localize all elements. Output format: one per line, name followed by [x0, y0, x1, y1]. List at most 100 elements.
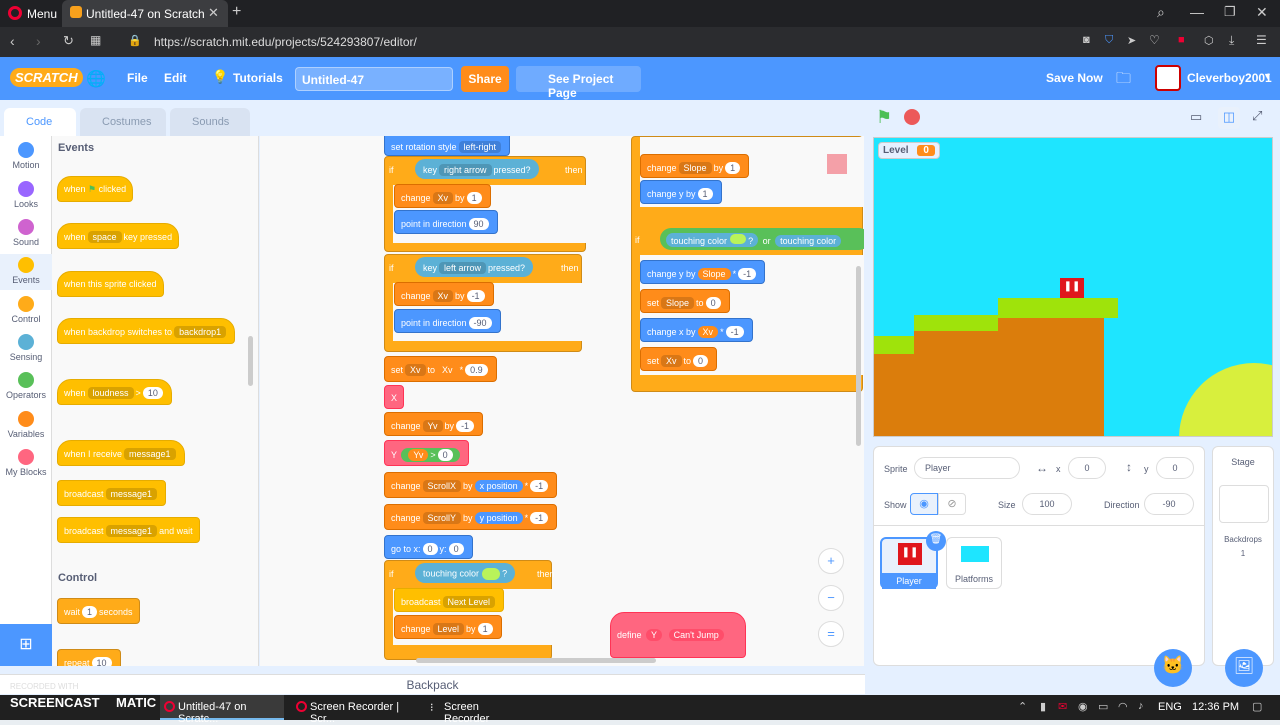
horizontal-scrollbar[interactable] — [416, 658, 656, 663]
change-slope-block[interactable]: change Slope by 1 — [640, 154, 750, 178]
normal-stage-icon[interactable]: ◫ — [1218, 107, 1240, 129]
scratch-logo[interactable]: SCRATCH — [10, 68, 83, 87]
greater-than-operator[interactable]: Yv >0 — [401, 448, 460, 462]
color-swatch[interactable] — [729, 234, 746, 244]
globe-icon[interactable]: 🌐 — [86, 69, 106, 89]
change-scrolly-block[interactable]: change ScrollY by y position * -1 — [384, 504, 558, 530]
change-y-slope-block[interactable]: change y by Slope * -1 — [640, 260, 766, 284]
tray-chevron-icon[interactable]: ⌃ — [1018, 700, 1027, 713]
backpack-bar[interactable]: Backpack — [0, 674, 865, 694]
see-project-page-button[interactable]: See Project Page — [516, 66, 641, 100]
fullscreen-icon[interactable]: ⤢ — [1252, 108, 1262, 124]
value-input[interactable]: 1 — [725, 162, 741, 174]
y-input[interactable]: 0 — [448, 543, 464, 555]
category-my-blocks[interactable]: My Blocks — [0, 449, 52, 477]
taskbar-item-recorder[interactable]: ⁝ Screen Recorder — [426, 695, 526, 725]
zoom-reset-button[interactable]: = — [818, 621, 844, 647]
when-backdrop-switches-block[interactable]: when backdrop switches to backdrop1 — [57, 318, 236, 344]
change-xv-block[interactable]: change Xv by 1 — [394, 184, 491, 208]
clock[interactable]: 12:36 PM — [1192, 701, 1239, 713]
go-to-xy-block[interactable]: go to x: 0 y: 0 — [384, 535, 473, 559]
x-position-reporter[interactable]: x position — [474, 480, 523, 492]
tutorials-menu[interactable]: Tutorials — [233, 71, 283, 85]
change-y-block[interactable]: change y by 1 — [640, 180, 722, 204]
value-input[interactable]: -1 — [530, 480, 549, 492]
small-stage-icon[interactable]: ▭ — [1190, 109, 1202, 125]
back-icon[interactable]: ‹ — [10, 33, 15, 49]
language-indicator[interactable]: ENG — [1158, 701, 1182, 713]
category-motion[interactable]: Motion — [0, 142, 52, 170]
message-dropdown[interactable]: message1 — [105, 488, 158, 500]
close-tab-icon[interactable]: ✕ — [208, 5, 219, 21]
yv-reporter[interactable]: Yv — [408, 449, 429, 461]
xv-reporter[interactable]: Xv — [697, 326, 719, 338]
touching-color-sensing[interactable]: touching color ? — [666, 233, 759, 247]
when-key-pressed-block[interactable]: when space key pressed — [57, 223, 180, 249]
when-i-receive-block[interactable]: when I receive message1 — [57, 440, 185, 466]
wait-block[interactable]: wait 1 seconds — [57, 598, 140, 624]
share-button[interactable]: Share — [461, 66, 509, 92]
broadcast-next-level-block[interactable]: broadcast Next Level — [394, 588, 505, 612]
touching-color-sensing[interactable]: touching color — [775, 235, 842, 247]
set-xv-block[interactable]: set Xv to Xv * 0.9 — [384, 356, 497, 382]
var-dropdown[interactable]: Xv — [432, 192, 454, 204]
change-yv-block[interactable]: change Yv by -1 — [384, 412, 484, 436]
stop-icon[interactable] — [904, 109, 920, 125]
category-sensing[interactable]: Sensing — [0, 334, 52, 362]
x-custom-block[interactable]: X — [384, 385, 405, 409]
change-xv-block[interactable]: change Xv by -1 — [394, 282, 494, 306]
camera-icon[interactable]: ◙ — [1083, 34, 1090, 46]
green-flag-icon[interactable]: ⚑ — [876, 107, 892, 128]
speed-dial-icon[interactable]: ▦ — [90, 33, 101, 47]
var-dropdown[interactable]: Slope — [661, 297, 695, 309]
message-dropdown[interactable]: Next Level — [442, 596, 496, 608]
key-dropdown[interactable]: space — [87, 231, 122, 243]
maximize-icon[interactable]: ❐ — [1224, 4, 1236, 20]
key-dropdown[interactable]: left arrow — [439, 262, 487, 274]
direction-input[interactable]: -90 — [1144, 493, 1194, 515]
more-menu-icon[interactable]: ☰ — [1256, 33, 1267, 47]
loudness-value[interactable]: 10 — [142, 387, 163, 399]
sprite-name-input[interactable]: Player — [914, 457, 1020, 479]
key-pressed-sensing[interactable]: key left arrow pressed? — [415, 257, 534, 277]
add-sprite-button[interactable]: 🐱 — [1154, 649, 1192, 687]
set-slope-block[interactable]: set Slope to 0 — [640, 289, 730, 313]
value-input[interactable]: -1 — [466, 290, 485, 302]
direction-input[interactable]: 90 — [468, 218, 489, 230]
value-input[interactable]: 0 — [693, 355, 709, 367]
tab-code[interactable]: Code — [4, 108, 76, 136]
file-menu[interactable]: File — [127, 71, 148, 85]
zoom-in-button[interactable]: + — [818, 548, 844, 574]
player-sprite[interactable]: ❚❚ — [1060, 278, 1084, 298]
var-dropdown[interactable]: Yv — [422, 420, 443, 432]
add-backdrop-button[interactable]: 🖼 — [1225, 649, 1263, 687]
tray-mail-icon[interactable]: ✉ — [1058, 700, 1067, 713]
broadcast-and-wait-block[interactable]: broadcast message1 and wait — [57, 517, 200, 543]
edit-menu[interactable]: Edit — [164, 71, 187, 85]
palette-scrollbar[interactable] — [248, 336, 253, 386]
color-swatch[interactable] — [481, 568, 500, 580]
when-flag-clicked-block[interactable]: when ⚑ clicked — [57, 176, 134, 202]
chevron-down-icon[interactable]: ▼ — [1263, 71, 1272, 81]
xv-reporter[interactable]: Xv — [437, 364, 458, 376]
direction-input[interactable]: -90 — [468, 317, 492, 329]
shield-icon[interactable]: ⛉ — [1105, 34, 1113, 47]
value-input[interactable]: -1 — [725, 326, 744, 338]
define-y-block[interactable]: define Y Can't Jump — [610, 612, 746, 658]
loudness-dropdown[interactable]: loudness — [87, 387, 134, 399]
category-operators[interactable]: Operators — [0, 372, 52, 400]
extension-icon[interactable]: ■ — [1178, 34, 1185, 46]
message-dropdown[interactable]: message1 — [105, 525, 158, 537]
value-input[interactable]: -1 — [530, 512, 549, 524]
tray-app-icon[interactable]: ◉ — [1078, 700, 1088, 713]
y-position-reporter[interactable]: y position — [474, 512, 523, 524]
value-input[interactable]: 1 — [477, 623, 493, 635]
when-loudness-block[interactable]: when loudness >10 — [57, 379, 172, 405]
value-input[interactable]: 1 — [466, 192, 482, 204]
search-icon[interactable]: ⌕ — [1157, 4, 1165, 21]
taskbar-item-recorder-tab[interactable]: Screen Recorder | Scr... — [292, 695, 416, 725]
key-dropdown[interactable]: right arrow — [439, 164, 492, 176]
var-dropdown[interactable]: Xv — [661, 355, 682, 367]
value-input[interactable]: -1 — [738, 268, 757, 280]
or-operator[interactable]: touching color ? or touching color — [660, 228, 864, 250]
